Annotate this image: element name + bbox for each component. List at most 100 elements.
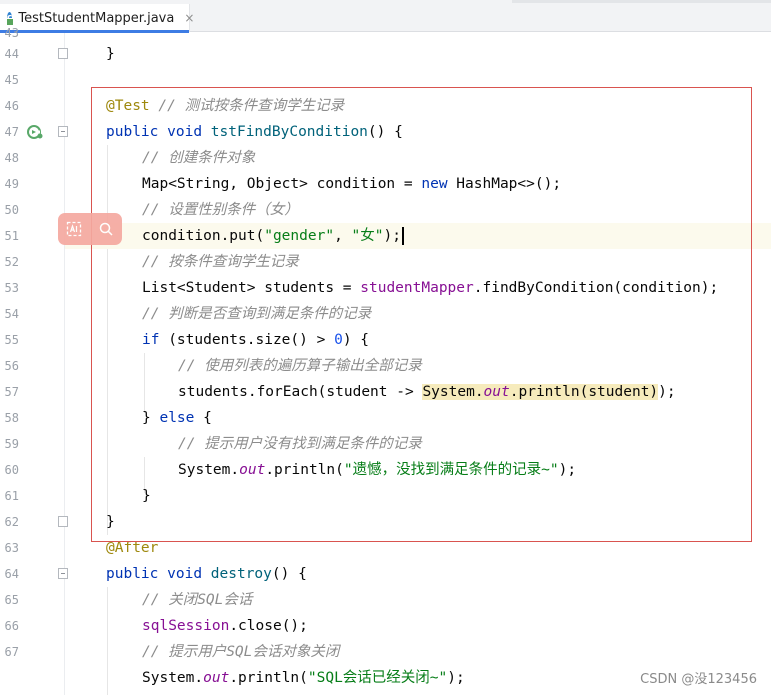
string-token: "女" <box>351 228 384 244</box>
code-line-53: List<Student> students = studentMapper.f… <box>65 275 771 301</box>
code-token: ); <box>658 384 676 400</box>
annotation-token: @After <box>106 540 159 556</box>
keyword-token: void <box>167 566 203 582</box>
code-token: , <box>334 228 352 244</box>
code-token: students.forEach(student -> <box>178 384 423 400</box>
comment-token: // 使用列表的遍历算子输出全部记录 <box>178 358 422 374</box>
keyword-token: new <box>421 176 448 192</box>
line-number: 56 <box>4 359 19 373</box>
string-token: "遗憾，没找到满足条件的记录~" <box>343 462 559 478</box>
tab-teststudentmapper[interactable]: c TestStudentMapper.java × <box>0 4 194 33</box>
code-token: ); <box>447 670 465 686</box>
code-line-60: System.out.println("遗憾，没找到满足条件的记录~"); <box>65 457 771 483</box>
code-line-52: // 按条件查询学生记录 <box>65 249 771 275</box>
code-line-50: // 设置性别条件（女） <box>65 197 771 223</box>
comment-token: // 提示用户SQL会话对象关闭 <box>142 644 340 660</box>
code-token: List<Student> students = <box>142 280 361 296</box>
code-token: .close(); <box>229 618 308 634</box>
line-number: 67 <box>4 645 19 659</box>
watermark-text: CSDN @没123456 <box>640 672 757 687</box>
code-token: } <box>106 514 115 530</box>
code-line-66: sqlSession.close(); <box>65 613 771 639</box>
close-icon[interactable]: × <box>184 11 194 25</box>
translate-icon <box>66 221 82 237</box>
static-field-token: out <box>239 462 266 478</box>
code-line-62: } <box>65 509 771 535</box>
line-number: 55 <box>4 333 19 347</box>
comment-token: // 关闭SQL会话 <box>142 592 253 608</box>
code-line-67-comment: // 提示用户SQL会话对象关闭 <box>65 639 771 665</box>
code-line-56: // 使用列表的遍历算子输出全部记录 <box>65 353 771 379</box>
text-caret <box>401 227 404 245</box>
code-editor[interactable]: } @Test // 测试按条件查询学生记录 public void tstFi… <box>65 33 771 695</box>
code-token: ); <box>383 228 401 244</box>
line-number: 61 <box>4 489 19 503</box>
code-token: System. <box>422 384 484 400</box>
line-number: 53 <box>4 281 19 295</box>
comment-token: // 按条件查询学生记录 <box>142 254 299 270</box>
code-token: System. <box>178 462 240 478</box>
method-name-token: destroy <box>210 566 272 582</box>
string-token: "SQL会话已经关闭~" <box>307 670 448 686</box>
code-line-47: public void tstFindByCondition() { <box>65 119 771 145</box>
line-number: 58 <box>4 411 19 425</box>
comment-token: // 提示用户没有找到满足条件的记录 <box>178 436 422 452</box>
code-line-65: // 关闭SQL会话 <box>65 587 771 613</box>
line-number: 64 <box>4 567 19 581</box>
number-token: 0 <box>334 332 343 348</box>
line-number: 47 <box>4 125 19 139</box>
code-token: } <box>106 46 115 62</box>
annotation-token: @Test <box>106 98 150 114</box>
line-number: 48 <box>4 151 19 165</box>
static-field-token: out <box>203 670 230 686</box>
comment-token: // 创建条件对象 <box>142 150 256 166</box>
keyword-token: public <box>106 566 159 582</box>
code-line-46: @Test // 测试按条件查询学生记录 <box>65 93 771 119</box>
line-number: 63 <box>4 541 19 555</box>
string-token: "gender" <box>264 228 335 244</box>
comment-token: // 设置性别条件（女） <box>142 202 299 218</box>
code-line-64: public void destroy() { <box>65 561 771 587</box>
method-name-token: tstFindByCondition <box>210 124 368 140</box>
translate-button[interactable] <box>63 218 85 240</box>
line-number: 57 <box>4 385 19 399</box>
code-line-51-current: condition.put("gender", "女"); <box>65 223 771 249</box>
code-line-44: } <box>65 41 771 67</box>
code-token: condition.put( <box>142 228 265 244</box>
line-number: 59 <box>4 437 19 451</box>
line-number: 51 <box>4 229 19 243</box>
line-number: 60 <box>4 463 19 477</box>
run-test-icon[interactable] <box>27 124 43 140</box>
comment-token: // 判断是否查询到满足条件的记录 <box>142 306 372 322</box>
line-number: 65 <box>4 593 19 607</box>
field-token: sqlSession <box>142 618 230 634</box>
line-number: 46 <box>4 99 19 113</box>
code-line-57: students.forEach(student -> System.out.p… <box>65 379 771 405</box>
code-token: () { <box>367 124 403 140</box>
code-line-58: } else { <box>65 405 771 431</box>
code-token: .println(student) <box>509 384 659 400</box>
line-number: 54 <box>4 307 19 321</box>
code-token: HashMap<>(); <box>447 176 562 192</box>
code-token: .println( <box>229 670 308 686</box>
line-number: 45 <box>4 73 19 87</box>
line-number: 66 <box>4 619 19 633</box>
line-number: 49 <box>4 177 19 191</box>
code-line-49: Map<String, Object> condition = new Hash… <box>65 171 771 197</box>
code-token: System. <box>142 670 204 686</box>
code-token: } <box>142 410 160 426</box>
code-token: Map<String, Object> condition = <box>142 176 422 192</box>
highlighted-expression: System.out.println(student) <box>422 384 659 400</box>
code-token: (students.size() > <box>159 332 335 348</box>
floating-toolbar <box>58 213 122 245</box>
keyword-token: else <box>159 410 195 426</box>
line-number: 44 <box>4 47 19 61</box>
code-token: ) { <box>342 332 370 348</box>
code-token: .println( <box>265 462 344 478</box>
search-button[interactable] <box>95 218 117 240</box>
search-icon <box>99 222 113 236</box>
keyword-token: public <box>106 124 159 140</box>
code-line-48: // 创建条件对象 <box>65 145 771 171</box>
keyword-token: if <box>142 332 160 348</box>
code-token: () { <box>271 566 307 582</box>
